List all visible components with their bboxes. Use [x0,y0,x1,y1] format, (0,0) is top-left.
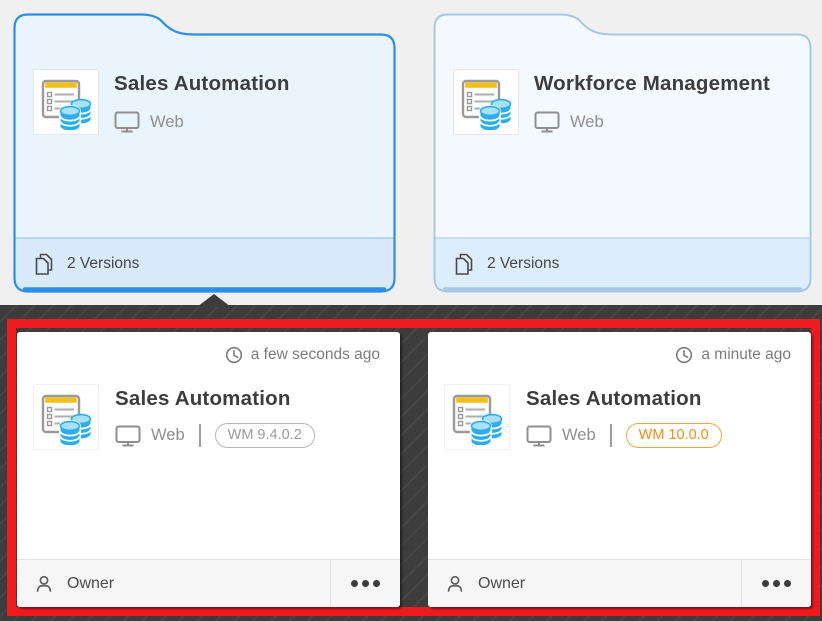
app-manager-screen: Sales Automation Web 2 Versions Wo [0,0,822,621]
version-card-footer: Owner [17,559,400,607]
highlight-border-panel: a few seconds ago Sales Automation Web W… [7,319,820,616]
version-meta-row: Web WM 9.4.0.2 [115,423,315,448]
version-card-footer: Owner [428,559,811,607]
app-icon [33,69,99,135]
monitor-icon [114,111,140,133]
platform-row: Web [114,111,184,133]
platform-label: Web [562,426,596,445]
clock-icon [675,346,693,364]
version-title: Sales Automation [526,387,702,411]
monitor-icon [534,111,560,133]
version-badge: WM 9.4.0.2 [215,423,315,448]
owner-box: Owner [428,560,741,607]
version-title: Sales Automation [115,387,291,411]
version-badge: WM 10.0.0 [626,423,722,448]
owner-box: Owner [17,560,330,607]
ellipsis-icon [762,580,769,587]
meta-separator [610,424,612,447]
versions-count-label: 2 Versions [67,255,139,273]
monitor-icon [526,425,552,447]
platform-label: Web [570,113,604,132]
expansion-arrow-icon [197,294,231,307]
clock-icon [225,346,243,364]
monitor-icon [115,425,141,447]
ellipsis-icon [362,580,369,587]
timestamp: a few seconds ago [225,346,380,364]
ellipsis-icon [784,580,791,587]
pages-icon [454,253,474,275]
more-options-button[interactable] [330,560,400,607]
owner-label: Owner [478,575,525,593]
app-folders-section: Sales Automation Web 2 Versions Wo [0,0,822,305]
timestamp: a minute ago [675,346,791,364]
timestamp-label: a few seconds ago [251,346,380,364]
folder-title: Sales Automation [114,72,290,96]
folder-card-workforce-management[interactable]: Workforce Management Web 2 Versions [433,13,812,293]
person-icon [34,574,54,594]
meta-separator [199,424,201,447]
more-options-button[interactable] [741,560,811,607]
app-icon [33,384,99,450]
platform-label: Web [151,426,185,445]
versions-count-label: 2 Versions [487,255,559,273]
owner-label: Owner [67,575,114,593]
ellipsis-icon [351,580,358,587]
folder-title: Workforce Management [534,72,770,96]
app-icon [444,384,510,450]
ellipsis-icon [373,580,380,587]
folder-card-sales-automation[interactable]: Sales Automation Web 2 Versions [13,13,396,293]
timestamp-label: a minute ago [701,346,791,364]
platform-row: Web [534,111,604,133]
version-meta-row: Web WM 10.0.0 [526,423,722,448]
person-icon [445,574,465,594]
folder-versions-footer: 2 Versions [433,238,812,290]
platform-label: Web [150,113,184,132]
version-card-2[interactable]: a minute ago Sales Automation Web WM 10.… [428,332,811,607]
app-icon [453,69,519,135]
ellipsis-icon [773,580,780,587]
pages-icon [34,253,54,275]
version-card-1[interactable]: a few seconds ago Sales Automation Web W… [17,332,400,607]
folder-versions-footer: 2 Versions [13,238,396,290]
